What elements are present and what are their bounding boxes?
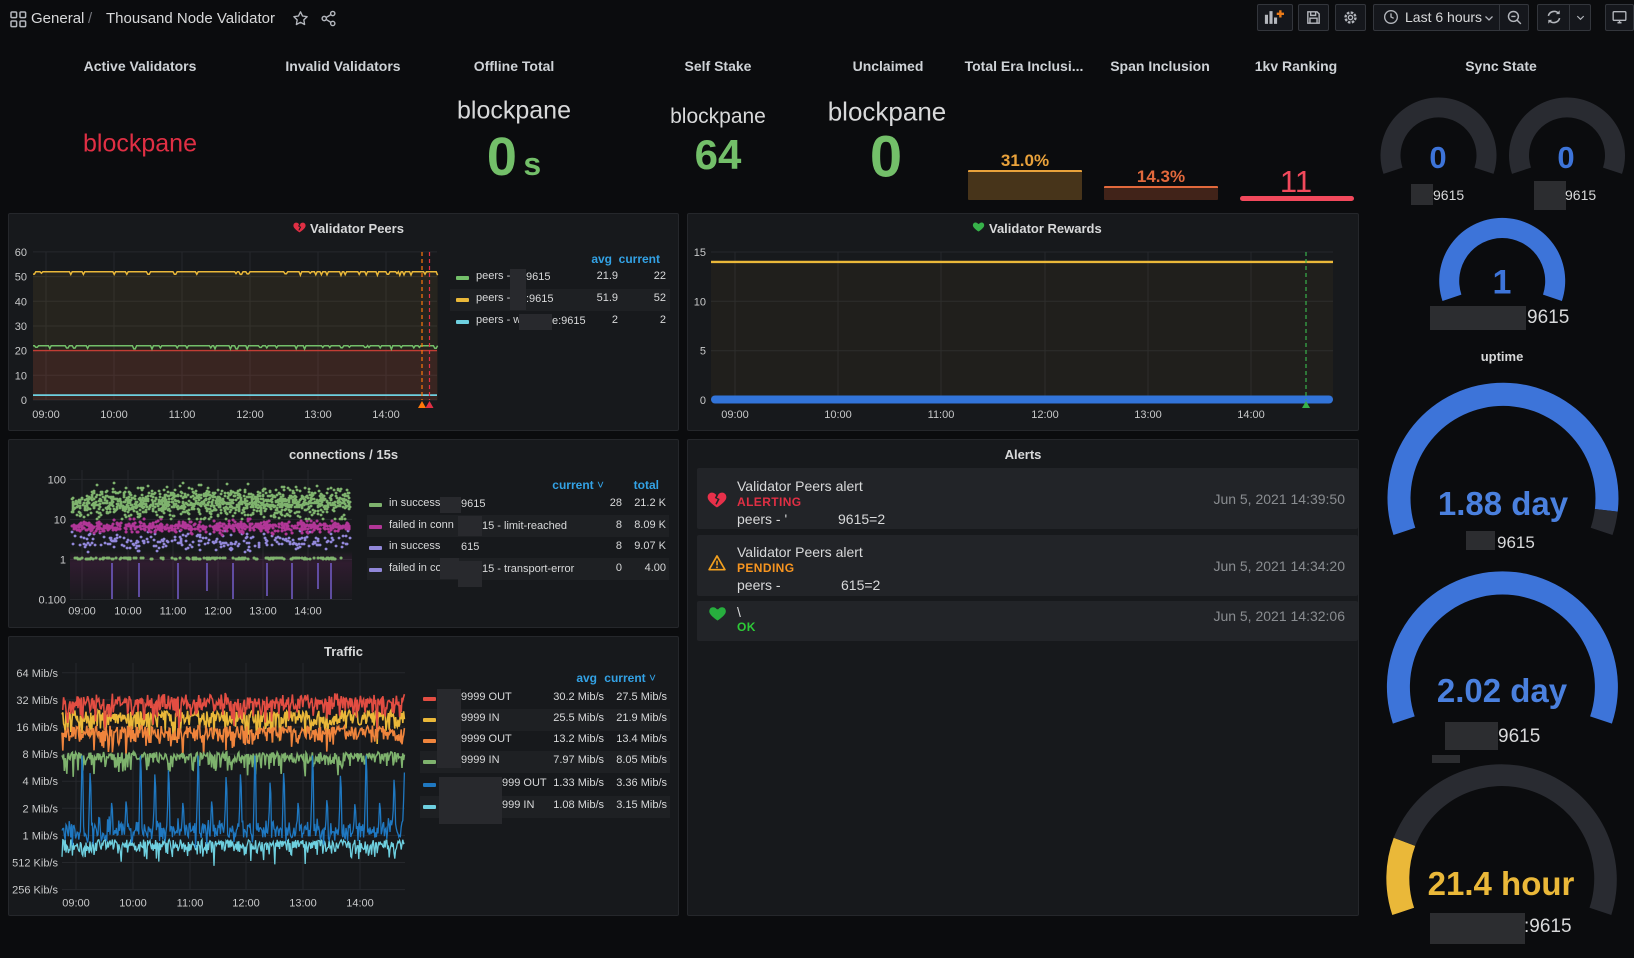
svg-text:512 Kib/s: 512 Kib/s	[12, 858, 58, 870]
svg-text:12:00: 12:00	[232, 898, 260, 910]
svg-text:10:00: 10:00	[100, 409, 128, 421]
svg-text:5: 5	[700, 346, 706, 358]
svg-text:20: 20	[15, 346, 27, 358]
svg-text:10: 10	[15, 370, 27, 382]
svg-text:30: 30	[15, 321, 27, 333]
svg-text:14:00: 14:00	[346, 898, 374, 910]
svg-text:09:00: 09:00	[62, 898, 90, 910]
svg-text:10:00: 10:00	[824, 409, 852, 421]
svg-text:13:00: 13:00	[1134, 409, 1162, 421]
svg-text:4 Mib/s: 4 Mib/s	[23, 776, 59, 788]
svg-text:50: 50	[15, 272, 27, 284]
svg-text:40: 40	[15, 296, 27, 308]
svg-text:14:00: 14:00	[294, 606, 322, 618]
svg-text:10:00: 10:00	[114, 606, 142, 618]
svg-text:12:00: 12:00	[236, 409, 264, 421]
svg-text:09:00: 09:00	[68, 606, 96, 618]
svg-text:10: 10	[694, 296, 706, 308]
svg-text:14:00: 14:00	[372, 409, 400, 421]
svg-text:13:00: 13:00	[249, 606, 277, 618]
svg-text:64 Mib/s: 64 Mib/s	[16, 668, 58, 680]
svg-text:32 Mib/s: 32 Mib/s	[16, 695, 58, 707]
svg-text:8 Mib/s: 8 Mib/s	[23, 749, 59, 761]
svg-text:60: 60	[15, 247, 27, 259]
svg-text:12:00: 12:00	[1031, 409, 1059, 421]
svg-text:0.100: 0.100	[38, 595, 66, 607]
svg-text:11:00: 11:00	[160, 606, 187, 618]
svg-text:256 Kib/s: 256 Kib/s	[12, 885, 58, 897]
svg-text:09:00: 09:00	[32, 409, 60, 421]
svg-text:2 Mib/s: 2 Mib/s	[23, 803, 59, 815]
svg-text:1 Mib/s: 1 Mib/s	[23, 830, 59, 842]
svg-text:15: 15	[694, 247, 706, 259]
svg-text:11:00: 11:00	[169, 409, 196, 421]
svg-text:10:00: 10:00	[119, 898, 147, 910]
svg-text:1: 1	[60, 555, 66, 567]
svg-text:13:00: 13:00	[289, 898, 317, 910]
svg-text:0: 0	[700, 395, 706, 407]
svg-text:100: 100	[48, 474, 66, 486]
svg-text:10: 10	[54, 514, 66, 526]
svg-text:12:00: 12:00	[204, 606, 232, 618]
svg-text:11:00: 11:00	[928, 409, 955, 421]
svg-text:09:00: 09:00	[721, 409, 749, 421]
svg-text:13:00: 13:00	[304, 409, 332, 421]
svg-text:11:00: 11:00	[177, 898, 204, 910]
svg-text:16 Mib/s: 16 Mib/s	[16, 722, 58, 734]
svg-text:14:00: 14:00	[1237, 409, 1265, 421]
svg-text:0: 0	[21, 395, 27, 407]
